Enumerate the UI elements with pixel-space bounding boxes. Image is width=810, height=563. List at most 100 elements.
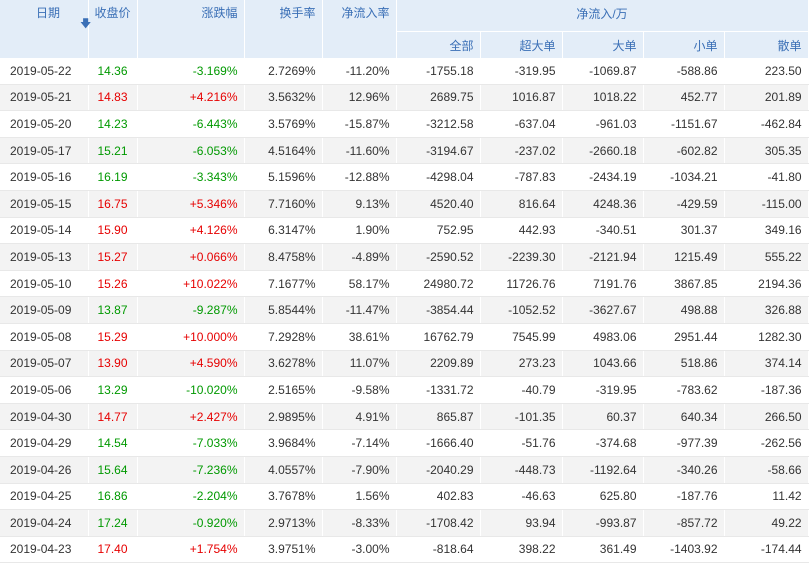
cell-turnover: 4.5164%	[244, 137, 323, 165]
table-row[interactable]: 2019-05-13 15.27 +0.066% 8.4758% -4.89% -2590…	[0, 243, 809, 271]
cell-net-small: -1151.67	[643, 110, 725, 138]
cell-net-inflow-rate: 1.56%	[322, 483, 397, 511]
cell-net-small: 301.37	[643, 217, 725, 245]
cell-net-large: 1043.66	[562, 350, 644, 378]
header-turnover[interactable]: 换手率	[244, 0, 323, 58]
cell-net-all: -2590.52	[396, 243, 481, 271]
cell-net-super-large: -2239.30	[480, 243, 563, 271]
header-net-inflow-rate[interactable]: 净流入率	[322, 0, 397, 58]
cell-net-all: -3854.44	[396, 296, 481, 324]
table-row[interactable]: 2019-05-20 14.23 -6.443% 3.5769% -15.87% -321…	[0, 110, 809, 138]
cell-turnover: 3.5769%	[244, 110, 323, 138]
table-row[interactable]: 2019-04-26 15.64 -7.236% 4.0557% -7.90% -2040…	[0, 456, 809, 484]
cell-turnover: 7.7160%	[244, 190, 323, 218]
table-row[interactable]: 2019-05-06 13.29 -10.020% 2.5165% -9.58% -133…	[0, 376, 809, 404]
table-row[interactable]: 2019-05-16 16.19 -3.343% 5.1596% -12.88% -429…	[0, 163, 809, 191]
cell-net-large: 60.37	[562, 403, 644, 431]
table-row[interactable]: 2019-04-30 14.77 +2.427% 2.9895% 4.91% 865.87…	[0, 403, 809, 431]
cell-change: -9.287%	[137, 296, 245, 324]
cell-date: 2019-04-30	[0, 403, 89, 431]
cell-turnover: 5.1596%	[244, 163, 323, 191]
cell-net-retail: -115.00	[724, 190, 809, 218]
table-row[interactable]: 2019-05-07 13.90 +4.590% 3.6278% 11.07% 2209.…	[0, 350, 809, 378]
cell-net-retail: 11.42	[724, 483, 809, 511]
cell-net-small: -340.26	[643, 456, 725, 484]
cell-net-inflow-rate: 9.13%	[322, 190, 397, 218]
cell-date: 2019-05-16	[0, 163, 89, 191]
table-row[interactable]: 2019-04-29 14.54 -7.033% 3.9684% -7.14% -1666…	[0, 429, 809, 457]
table-row[interactable]: 2019-05-15 16.75 +5.346% 7.7160% 9.13% 4520.4…	[0, 190, 809, 218]
cell-date: 2019-05-07	[0, 350, 89, 378]
cell-net-retail: 201.89	[724, 84, 809, 112]
table-row[interactable]: 2019-05-17 15.21 -6.053% 4.5164% -11.60% -319…	[0, 137, 809, 165]
sort-arrow-down-icon[interactable]: 🡇	[80, 15, 91, 34]
cell-net-retail: 223.50	[724, 58, 809, 85]
table-body: 2019-05-22 14.36 -3.169% 2.7269% -11.20% -175…	[0, 58, 809, 563]
cell-change: -10.020%	[137, 376, 245, 404]
cell-net-small: -588.86	[643, 58, 725, 85]
cell-net-small: 518.86	[643, 350, 725, 378]
cell-net-super-large: -1052.52	[480, 296, 563, 324]
cell-close: 15.64	[88, 456, 138, 484]
cell-close: 14.23	[88, 110, 138, 138]
cell-net-retail: 1282.30	[724, 323, 809, 351]
table-row[interactable]: 2019-04-24 17.24 -0.920% 2.9713% -8.33% -1708…	[0, 509, 809, 537]
header-change[interactable]: 涨跌幅	[137, 0, 245, 58]
cell-date: 2019-04-29	[0, 429, 89, 457]
cell-net-inflow-rate: 4.91%	[322, 403, 397, 431]
cell-turnover: 8.4758%	[244, 243, 323, 271]
cell-net-retail: 326.88	[724, 296, 809, 324]
header-small[interactable]: 小单	[643, 31, 725, 58]
cell-close: 14.83	[88, 84, 138, 112]
cell-net-super-large: -448.73	[480, 456, 563, 484]
cell-change: -7.033%	[137, 429, 245, 457]
cell-net-inflow-rate: -12.88%	[322, 163, 397, 191]
cell-net-retail: -462.84	[724, 110, 809, 138]
header-super-large[interactable]: 超大单	[480, 31, 563, 58]
cell-net-retail: 305.35	[724, 137, 809, 165]
cell-net-all: 2689.75	[396, 84, 481, 112]
header-close[interactable]: 收盘价	[88, 0, 138, 58]
table-row[interactable]: 2019-05-10 15.26 +10.022% 7.1677% 58.17% 2498…	[0, 270, 809, 298]
table-row[interactable]: 2019-05-08 15.29 +10.000% 7.2928% 38.61% 1676…	[0, 323, 809, 351]
cell-net-all: -818.64	[396, 536, 481, 563]
cell-net-super-large: -101.35	[480, 403, 563, 431]
cell-net-small: 3867.85	[643, 270, 725, 298]
table-row[interactable]: 2019-05-09 13.87 -9.287% 5.8544% -11.47% -385…	[0, 296, 809, 324]
cell-net-super-large: 442.93	[480, 217, 563, 245]
cell-net-super-large: 11726.76	[480, 270, 563, 298]
cell-net-small: -602.82	[643, 137, 725, 165]
cell-close: 13.29	[88, 376, 138, 404]
cell-date: 2019-05-13	[0, 243, 89, 271]
cell-close: 15.26	[88, 270, 138, 298]
table-row[interactable]: 2019-04-25 16.86 -2.204% 3.7678% 1.56% 402.83…	[0, 483, 809, 511]
cell-net-small: -783.62	[643, 376, 725, 404]
cell-change: +4.216%	[137, 84, 245, 112]
cell-turnover: 6.3147%	[244, 217, 323, 245]
cell-turnover: 2.9713%	[244, 509, 323, 537]
cell-net-small: 452.77	[643, 84, 725, 112]
cell-turnover: 3.5632%	[244, 84, 323, 112]
cell-net-super-large: 1016.87	[480, 84, 563, 112]
cell-net-large: -961.03	[562, 110, 644, 138]
cell-net-large: -2121.94	[562, 243, 644, 271]
cell-net-inflow-rate: -8.33%	[322, 509, 397, 537]
cell-turnover: 4.0557%	[244, 456, 323, 484]
cell-net-all: 865.87	[396, 403, 481, 431]
cell-net-large: -1069.87	[562, 58, 644, 85]
header-all[interactable]: 全部	[396, 31, 481, 58]
header-retail[interactable]: 散单	[724, 31, 809, 58]
cell-net-large: 1018.22	[562, 84, 644, 112]
header-large[interactable]: 大单	[562, 31, 644, 58]
table-row[interactable]: 2019-05-14 15.90 +4.126% 6.3147% 1.90% 752.95…	[0, 217, 809, 245]
cell-net-all: 752.95	[396, 217, 481, 245]
table-row[interactable]: 2019-05-21 14.83 +4.216% 3.5632% 12.96% 2689.…	[0, 84, 809, 112]
cell-net-super-large: -787.83	[480, 163, 563, 191]
table-row[interactable]: 2019-05-22 14.36 -3.169% 2.7269% -11.20% -175…	[0, 58, 809, 85]
cell-turnover: 3.6278%	[244, 350, 323, 378]
header-date[interactable]: 日期 🡇	[0, 0, 91, 58]
cell-net-retail: -187.36	[724, 376, 809, 404]
table-row[interactable]: 2019-04-23 17.40 +1.754% 3.9751% -3.00% -818.…	[0, 536, 809, 563]
cell-net-inflow-rate: 11.07%	[322, 350, 397, 378]
cell-net-all: -4298.04	[396, 163, 481, 191]
